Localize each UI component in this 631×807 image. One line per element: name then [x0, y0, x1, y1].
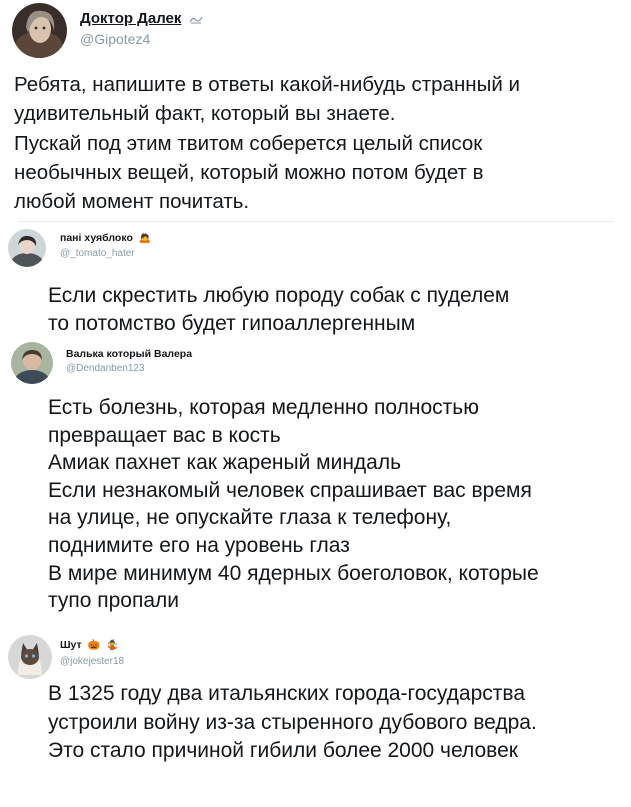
reply-text: Есть болезнь, которая медленно полностью…: [48, 396, 539, 613]
reply-author-name[interactable]: Валька который Валера: [66, 348, 192, 360]
reply-author-name[interactable]: Шут 🎃 🤹: [60, 639, 118, 651]
avatar-portrait-icon: [12, 3, 67, 58]
reply-tweet: пані хуяблоко 🙇 @_tomato_hater Если скре…: [0, 222, 631, 337]
reply-tweet: Шут 🎃 🤹 @jokejester18 В 1325 году два ит…: [0, 630, 631, 807]
reply-author-name[interactable]: пані хуяблоко 🙇: [60, 232, 151, 244]
main-tweet-author-handle[interactable]: @Gipotez4: [80, 31, 150, 47]
author-name-text: Шут: [60, 639, 82, 651]
reply-author-handle[interactable]: @Dendanben123: [66, 363, 145, 374]
reply-avatar[interactable]: [8, 635, 52, 679]
dalek-ornament-icon: [189, 11, 203, 28]
main-tweet-avatar[interactable]: [12, 3, 67, 58]
reply-text: В 1325 году два итальянских города-госуд…: [48, 682, 537, 762]
person-bowing-emoji-icon: 🙇: [138, 232, 152, 244]
jack-o-lantern-emoji-icon: 🎃: [87, 639, 101, 651]
reply-avatar[interactable]: [11, 342, 53, 384]
main-tweet-text: Ребята, напишите в ответы какой-нибудь с…: [14, 73, 520, 214]
main-tweet: Доктор Далек @Gipotez4 Ребята, напишите …: [0, 0, 631, 222]
reply-avatar[interactable]: [8, 229, 46, 267]
reply-tweet: Валька который Валера @Dendanben123 Есть…: [0, 337, 631, 627]
avatar-person-icon: [8, 229, 46, 267]
reply-text: Если скрестить любую породу собак с пуде…: [48, 284, 510, 335]
reply-author-handle[interactable]: @_tomato_hater: [60, 248, 135, 259]
author-name-text: Доктор Далек: [80, 10, 182, 27]
juggling-emoji-icon: 🤹: [105, 639, 119, 651]
avatar-person-icon: [11, 342, 53, 384]
author-name-text: пані хуяблоко: [60, 232, 133, 244]
main-tweet-author-name[interactable]: Доктор Далек: [80, 10, 203, 28]
avatar-cat-icon: [8, 635, 52, 679]
reply-author-handle[interactable]: @jokejester18: [60, 656, 124, 667]
